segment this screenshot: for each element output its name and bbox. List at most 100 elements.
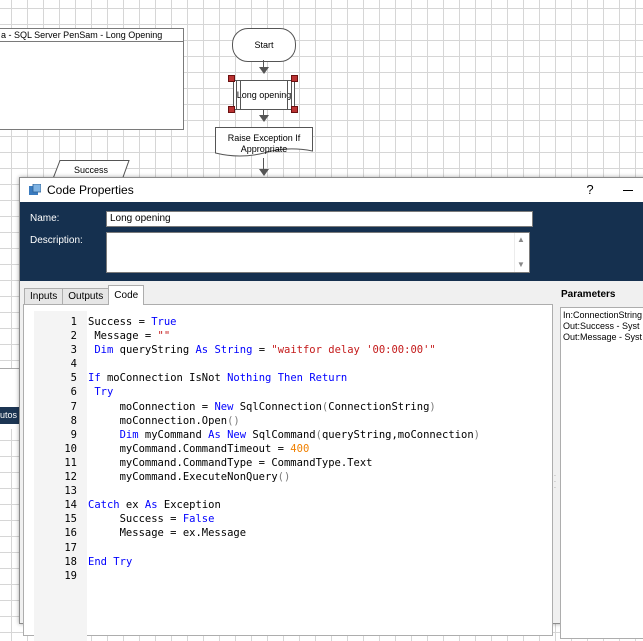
code-line[interactable]: myCommand.ExecuteNonQuery() [88,470,480,484]
line-number: 11 [64,456,77,469]
line-number: 16 [64,527,77,540]
code-line[interactable]: myCommand.CommandType = CommandType.Text [88,456,480,470]
panel-splitter-handle[interactable]: · · · [553,472,557,497]
flow-arrow-icon [259,169,269,176]
selection-handle[interactable] [291,75,298,82]
description-scrollbar[interactable]: ▲ ▼ [514,233,529,272]
code-token: ConnectionString [328,400,430,413]
code-token: Message = [88,330,158,343]
start-stage-label: Start [254,40,274,50]
properties-tabs: Inputs Outputs Code [24,285,145,305]
parameters-list[interactable]: In:ConnectionString Out:Success - Syst Out… [560,307,643,639]
subpage-window: a - SQL Server PenSam - Long Opening [0,28,184,130]
line-number: 9 [70,428,77,441]
code-token: Catch [88,499,120,512]
tab-code[interactable]: Code [108,285,145,305]
line-number: 17 [64,541,77,554]
code-token: myCommand.ExecuteNonQuery [88,471,278,484]
scroll-down-icon[interactable]: ▼ [517,261,525,269]
code-line[interactable]: Catch ex As Exception [88,498,480,512]
line-number: 18 [64,555,77,568]
code-token: New [214,400,234,413]
line-number: 1 [70,316,77,328]
code-token: () [277,471,291,484]
code-token: Return [309,372,348,385]
code-token: Dim [94,344,114,357]
code-line[interactable]: Message = "" [88,329,480,343]
minimize-button[interactable] [618,180,638,200]
code-token: String [214,344,253,357]
code-text[interactable]: Success = True Message = "" Dim queryStr… [88,315,480,583]
code-line[interactable]: moConnection.Open() [88,414,480,428]
code-line[interactable]: Try [88,385,480,399]
help-button[interactable]: ? [580,180,600,200]
code-line[interactable]: Message = ex.Message [88,526,480,540]
code-line[interactable]: Success = False [88,512,480,526]
code-token: True [151,316,177,328]
code-token: ex [119,499,145,512]
raise-exception-label: Raise Exception If Appropriate [227,133,301,154]
parameter-item[interactable]: Out:Message - Syst [561,332,643,343]
code-token: myCommand.CommandType = CommandType.Text [88,456,373,469]
code-token: moConnection.Open [88,414,228,427]
properties-panel: Name: Description: ▲ ▼ [20,202,643,281]
code-token: queryString [113,344,196,357]
code-token: () [227,414,240,427]
code-line[interactable]: Success = True [88,315,480,329]
subpage-window-title: a - SQL Server PenSam - Long Opening [0,29,183,42]
name-label: Name: [30,213,60,224]
code-token: moConnection IsNot [100,372,228,385]
description-label: Description: [30,235,83,246]
description-textarea[interactable]: ▲ ▼ [106,232,530,273]
code-token: queryString,moConnection [321,428,474,441]
parameter-item[interactable]: Out:Success - Syst [561,321,643,332]
success-data-item[interactable]: Success [52,160,130,180]
line-number: 6 [70,386,77,399]
code-token: New [227,428,247,441]
code-line[interactable]: End Try [88,555,480,569]
line-number: 12 [64,471,77,484]
line-number: 7 [70,400,77,413]
name-input[interactable] [106,211,533,227]
code-line[interactable] [88,541,480,555]
dialog-title: Code Properties [47,183,134,197]
parameter-item[interactable]: In:ConnectionString [561,310,643,321]
code-stage-long-opening[interactable]: Long opening [233,80,295,110]
code-token: Try [94,386,114,399]
code-token: SqlConnection [233,400,322,413]
line-numbers: 1 2 3 4 5 6 7 8 9 10 11 12 13 14 15 16 17 18 19 [34,315,77,583]
line-number: 14 [64,499,77,512]
code-properties-dialog: Code Properties ? Name: Description: ▲ ▼… [19,177,643,641]
tab-inputs[interactable]: Inputs [24,288,64,305]
code-line[interactable] [88,484,480,498]
code-token: False [182,513,215,526]
code-editor[interactable]: 1 2 3 4 5 6 7 8 9 10 11 12 13 14 15 16 17 18 19 Success = … [23,304,553,641]
code-token: As [208,428,221,441]
code-token: Nothing [227,372,272,385]
raise-exception-stage[interactable]: Raise Exception If Appropriate [215,127,313,157]
selection-handle[interactable] [291,106,298,113]
code-line[interactable]: myCommand.CommandTimeout = 400 [88,442,480,456]
code-token: "" [157,330,171,343]
code-line[interactable]: Dim myCommand As New SqlCommand(queryStr… [88,428,480,442]
code-line[interactable] [88,357,480,371]
tab-outputs[interactable]: Outputs [62,288,110,305]
selection-handle[interactable] [228,75,235,82]
code-token: End [88,555,107,568]
dialog-titlebar[interactable]: Code Properties ? [20,178,643,202]
flow-arrow-icon [259,67,269,74]
code-line[interactable]: moConnection = New SqlConnection(Connect… [88,400,480,414]
selection-handle[interactable] [228,106,235,113]
code-token: myCommand [138,428,209,441]
scroll-up-icon[interactable]: ▲ [517,236,525,244]
line-number: 8 [70,414,77,427]
code-token: As [144,499,158,512]
code-line[interactable]: If moConnection IsNot Nothing Then Retur… [88,371,480,385]
code-token: moConnection = [88,400,215,413]
code-line[interactable]: Dim queryString As String = "waitfor del… [88,343,480,357]
code-token: Success = [88,316,152,328]
code-token: ) [429,400,436,413]
start-stage[interactable]: Start [232,28,296,62]
code-line[interactable] [88,569,480,583]
left-panel-tab[interactable]: utos [0,407,20,424]
